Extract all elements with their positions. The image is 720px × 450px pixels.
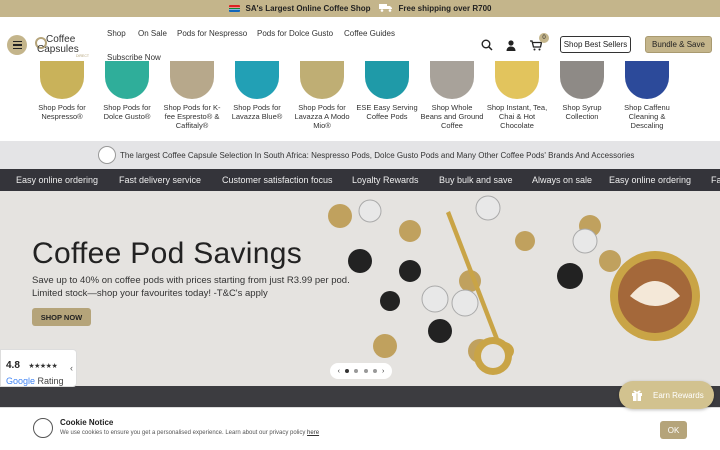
prev-arrow-icon[interactable]: ‹ xyxy=(338,368,340,375)
category-syrups[interactable]: Shop Syrup Collection xyxy=(550,61,614,121)
rating-score: 4.8 xyxy=(6,360,20,371)
category-ese-pods[interactable]: ESE Easy Serving Coffee Pods xyxy=(355,61,419,121)
rating-stars: ★★★★★ xyxy=(28,363,58,370)
nav-shop[interactable]: Shop xyxy=(107,29,126,38)
category-image xyxy=(300,61,344,99)
hero-banner: Coffee Pod Savings Save up to 40% on cof… xyxy=(0,191,720,386)
category-row: Shop Pods for Nespresso® Shop Pods for D… xyxy=(0,61,720,141)
nav-pods-dolce-gusto[interactable]: Pods for Dolce Gusto xyxy=(257,29,333,38)
info-strip-text: The largest Coffee Capsule Selection In … xyxy=(120,150,635,160)
benefits-ticker: Easy online ordering Fast delivery servi… xyxy=(0,169,720,191)
site-logo[interactable]: Coffee Capsules DIRECT xyxy=(34,31,96,59)
nav-on-sale[interactable]: On Sale xyxy=(138,29,167,38)
search-icon[interactable] xyxy=(480,38,494,52)
logo-text-capsules: Capsules xyxy=(37,44,79,55)
category-label: Shop Pods for Lavazza Blue® xyxy=(231,103,283,121)
category-label: Shop Whole Beans and Ground Coffee xyxy=(420,103,484,130)
category-beans-ground[interactable]: Shop Whole Beans and Ground Coffee xyxy=(420,61,484,130)
bundle-save-button[interactable]: Bundle & Save xyxy=(645,36,712,53)
category-label: Shop Caffenu Cleaning & Descaling xyxy=(624,103,670,130)
ticker-item: Easy online ordering xyxy=(609,175,692,185)
category-image xyxy=(625,61,669,99)
hero-coffee-pods-image xyxy=(328,195,700,375)
shop-now-button[interactable]: SHOP NOW xyxy=(32,308,91,326)
ticker-item: Buy bulk and save xyxy=(439,175,513,185)
category-label: Shop Pods for Dolce Gusto® xyxy=(103,103,151,121)
privacy-policy-link[interactable]: here xyxy=(307,430,319,436)
cart-count-badge: 0 xyxy=(539,33,549,43)
hero-text: Save up to 40% on coffee pods with price… xyxy=(32,275,350,299)
category-label: Shop Syrup Collection xyxy=(562,103,602,121)
category-dolce-gusto[interactable]: Shop Pods for Dolce Gusto® xyxy=(95,61,159,121)
nav-coffee-guides[interactable]: Coffee Guides xyxy=(344,29,395,38)
category-instant-tea[interactable]: Shop Instant, Tea, Chai & Hot Chocolate xyxy=(485,61,549,130)
category-label: ESE Easy Serving Coffee Pods xyxy=(356,103,418,121)
category-label: Shop Pods for Nespresso® xyxy=(38,103,86,121)
carousel-dot[interactable] xyxy=(354,369,359,373)
category-label: Shop Instant, Tea, Chai & Hot Chocolate xyxy=(486,103,548,130)
hero-title: Coffee Pod Savings xyxy=(32,237,303,270)
category-image xyxy=(365,61,409,99)
category-image xyxy=(40,61,84,99)
category-lavazza-blue[interactable]: Shop Pods for Lavazza Blue® xyxy=(225,61,289,121)
ticker-item: Loyalty Rewards xyxy=(352,175,419,185)
category-lavazza-modo-mio[interactable]: Shop Pods for Lavazza A Modo Mio® xyxy=(290,61,354,130)
category-image xyxy=(170,61,214,99)
nav-pods-nespresso[interactable]: Pods for Nespresso xyxy=(177,29,247,38)
google-rating-widget[interactable]: 4.8 ★★★★★ Google Rating ‹ xyxy=(0,349,77,387)
cookie-ok-button[interactable]: OK xyxy=(660,421,687,439)
shop-best-sellers-button[interactable]: Shop Best Sellers xyxy=(560,36,631,53)
category-image xyxy=(495,61,539,99)
capsule-icon xyxy=(98,146,116,164)
announcement-bar: SA's Largest Online Coffee Shop Free shi… xyxy=(0,0,720,17)
menu-icon[interactable] xyxy=(7,35,27,55)
category-image xyxy=(430,61,474,99)
category-label: Shop Pods for Lavazza A Modo Mio® xyxy=(294,103,350,130)
account-icon[interactable] xyxy=(504,38,518,52)
earn-rewards-button[interactable]: Earn Rewards xyxy=(619,381,714,409)
cookie-body: We use cookies to ensure you get a perso… xyxy=(60,430,308,436)
ticker-item: Customer satisfaction focus xyxy=(222,175,333,185)
rating-label: Rating xyxy=(37,376,64,386)
carousel-controls: ‹ › xyxy=(330,363,392,379)
category-image xyxy=(235,61,279,99)
cookie-text: We use cookies to ensure you get a perso… xyxy=(60,430,319,436)
ticker-item: Easy online ordering xyxy=(16,175,99,185)
logo-text-direct: DIRECT xyxy=(76,54,90,58)
carousel-dot[interactable] xyxy=(372,369,377,373)
category-cleaning[interactable]: Shop Caffenu Cleaning & Descaling xyxy=(615,61,679,130)
chevron-left-icon[interactable]: ‹ xyxy=(70,363,73,373)
ticker-item: Fa xyxy=(711,175,720,185)
carousel-dot[interactable] xyxy=(345,369,350,373)
sa-flag-icon xyxy=(228,5,240,12)
gift-icon xyxy=(632,390,642,401)
announcement-left: SA's Largest Online Coffee Shop xyxy=(245,4,371,13)
ticker-item: Always on sale xyxy=(532,175,593,185)
google-logo: Google xyxy=(6,376,36,386)
category-image xyxy=(560,61,604,99)
cookie-icon xyxy=(33,418,53,438)
category-image xyxy=(105,61,149,99)
category-kfee[interactable]: Shop Pods for K-fee Espresto® & Caffital… xyxy=(160,61,224,130)
ticker-item: Fast delivery service xyxy=(119,175,202,185)
category-nespresso[interactable]: Shop Pods for Nespresso® xyxy=(30,61,94,121)
info-strip: The largest Coffee Capsule Selection In … xyxy=(0,141,720,169)
announcement-right: Free shipping over R700 xyxy=(398,4,492,13)
cookie-notice: Cookie Notice We use cookies to ensure y… xyxy=(0,407,720,450)
cookie-title: Cookie Notice xyxy=(60,418,114,427)
next-arrow-icon[interactable]: › xyxy=(382,368,384,375)
earn-rewards-label: Earn Rewards xyxy=(653,390,704,400)
carousel-dot[interactable] xyxy=(363,369,368,373)
truck-icon xyxy=(378,3,393,15)
category-label: Shop Pods for K-fee Espresto® & Caffital… xyxy=(163,103,221,130)
